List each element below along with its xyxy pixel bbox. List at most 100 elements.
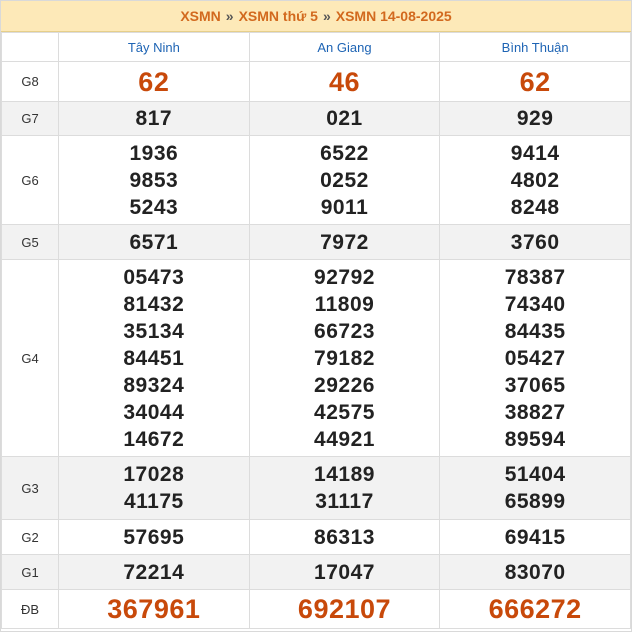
prize-row: G8 62 46 62 (1, 61, 631, 102)
corner-cell (1, 32, 59, 62)
prize-cell: 929 (439, 101, 631, 136)
prize-number: 81432 (123, 292, 185, 316)
prize-number: 65899 (504, 490, 566, 513)
prize-cell: 367961 (58, 589, 250, 629)
prize-number: 6571 (129, 230, 179, 254)
prize-number: 05427 (504, 346, 566, 370)
prize-number: 5243 (129, 195, 179, 219)
prize-number: 0252 (320, 168, 369, 192)
prize-row: ĐB 367961 692107 666272 (1, 589, 631, 629)
prize-row: G2 57695 86313 69415 (1, 519, 631, 555)
prize-number: 69415 (504, 525, 566, 549)
prize-number: 62 (519, 66, 551, 97)
breadcrumb-xsmn-thu5[interactable]: XSMN thứ 5 (239, 8, 318, 24)
prize-number: 44921 (314, 427, 375, 451)
prize-number: 7972 (320, 230, 369, 254)
breadcrumb-xsmn[interactable]: XSMN (180, 8, 220, 24)
prize-number: 05473 (123, 265, 185, 289)
prize-row: G1 72214 17047 83070 (1, 554, 631, 590)
prize-label: G2 (1, 519, 59, 555)
prize-number: 86313 (314, 525, 375, 549)
prize-label: G8 (1, 61, 59, 102)
prize-number: 89324 (123, 373, 185, 397)
prize-number: 817 (135, 107, 173, 130)
prize-number: 79182 (314, 346, 375, 370)
prize-cell: 6571 (58, 224, 250, 260)
prize-number: 92792 (314, 265, 375, 289)
prize-number: 38827 (504, 400, 566, 424)
prize-number: 021 (326, 107, 363, 130)
prize-number: 692107 (297, 594, 392, 624)
prize-cell: 62 (58, 61, 250, 102)
prize-number: 9011 (320, 195, 369, 219)
prize-number: 34044 (123, 400, 185, 424)
prize-cell: 05473 81432 35134 84451 89324 34044 14672 (58, 259, 250, 457)
prize-number: 929 (516, 107, 554, 130)
prize-number: 57695 (123, 525, 185, 549)
results-panel: XSMN » XSMN thứ 5 » XSMN 14-08-2025 Tây … (0, 0, 632, 632)
prize-cell: 692107 (248, 589, 441, 629)
prize-cell: 69415 (439, 519, 631, 555)
prize-label: G7 (1, 101, 59, 136)
prize-number: 17028 (123, 463, 185, 486)
prize-cell: 3760 (439, 224, 631, 260)
prize-number: 78387 (504, 265, 566, 289)
breadcrumb: XSMN » XSMN thứ 5 » XSMN 14-08-2025 (1, 1, 631, 32)
prize-cell: 7972 (248, 224, 441, 260)
province-header-row: Tây Ninh An Giang Bình Thuận (1, 32, 631, 62)
prize-cell: 62 (439, 61, 631, 102)
prize-cell: 17028 41175 (58, 456, 250, 520)
prize-cell: 57695 (58, 519, 250, 555)
prize-cell: 17047 (248, 554, 441, 590)
prize-cell: 51404 65899 (439, 456, 631, 520)
prize-number: 9853 (129, 168, 179, 192)
prize-number: 6522 (320, 141, 369, 165)
prize-cell: 92792 11809 66723 79182 29226 42575 44921 (248, 259, 441, 457)
prize-number: 51404 (504, 463, 566, 486)
prize-number: 9414 (510, 141, 560, 165)
prize-number: 84435 (504, 319, 566, 343)
prize-number: 14672 (123, 427, 185, 451)
prize-row: G6 1936 9853 5243 6522 0252 9011 9414 4802 8248 (1, 135, 631, 225)
prize-number: 41175 (123, 490, 184, 513)
prize-cell: 817 (58, 101, 250, 136)
breadcrumb-separator: » (322, 8, 331, 24)
prize-number: 84451 (123, 346, 185, 370)
prize-label: G6 (1, 135, 59, 225)
province-name[interactable]: Tây Ninh (58, 32, 250, 62)
prize-number: 62 (138, 66, 170, 97)
prize-number: 74340 (504, 292, 566, 316)
province-name[interactable]: An Giang (248, 32, 441, 62)
prize-number: 31117 (315, 490, 374, 513)
prize-number: 367961 (107, 594, 201, 624)
prize-number: 666272 (488, 594, 582, 624)
prize-cell: 72214 (58, 554, 250, 590)
prize-row: G7 817 021 929 (1, 101, 631, 136)
prize-row: G4 05473 81432 35134 84451 89324 34044 14672 927… (1, 259, 631, 457)
prize-label: G3 (1, 456, 59, 520)
prize-cell: 78387 74340 84435 05427 37065 38827 89594 (439, 259, 631, 457)
province-name[interactable]: Bình Thuận (439, 32, 631, 62)
prize-number: 4802 (510, 168, 560, 192)
prize-cell: 46 (248, 61, 441, 102)
results-table: Tây Ninh An Giang Bình Thuận G8 62 46 62 G7 8… (1, 32, 631, 629)
prize-label: G4 (1, 259, 59, 457)
breadcrumb-separator: » (225, 8, 234, 24)
prize-number: 35134 (123, 319, 185, 343)
prize-number: 14189 (314, 463, 375, 486)
prize-label: G1 (1, 554, 59, 590)
prize-cell: 9414 4802 8248 (439, 135, 631, 225)
prize-number: 3760 (510, 230, 560, 254)
prize-number: 46 (328, 66, 360, 97)
breadcrumb-date[interactable]: XSMN 14-08-2025 (336, 8, 452, 24)
prize-cell: 666272 (439, 589, 631, 629)
prize-cell: 1936 9853 5243 (58, 135, 250, 225)
prize-number: 37065 (504, 373, 566, 397)
prize-row: G3 17028 41175 14189 31117 51404 65899 (1, 456, 631, 520)
prize-cell: 021 (248, 101, 441, 136)
prize-number: 89594 (504, 427, 566, 451)
prize-number: 29226 (314, 373, 375, 397)
prize-number: 1936 (129, 141, 179, 165)
prize-number: 42575 (314, 400, 375, 424)
prize-number: 66723 (314, 319, 375, 343)
